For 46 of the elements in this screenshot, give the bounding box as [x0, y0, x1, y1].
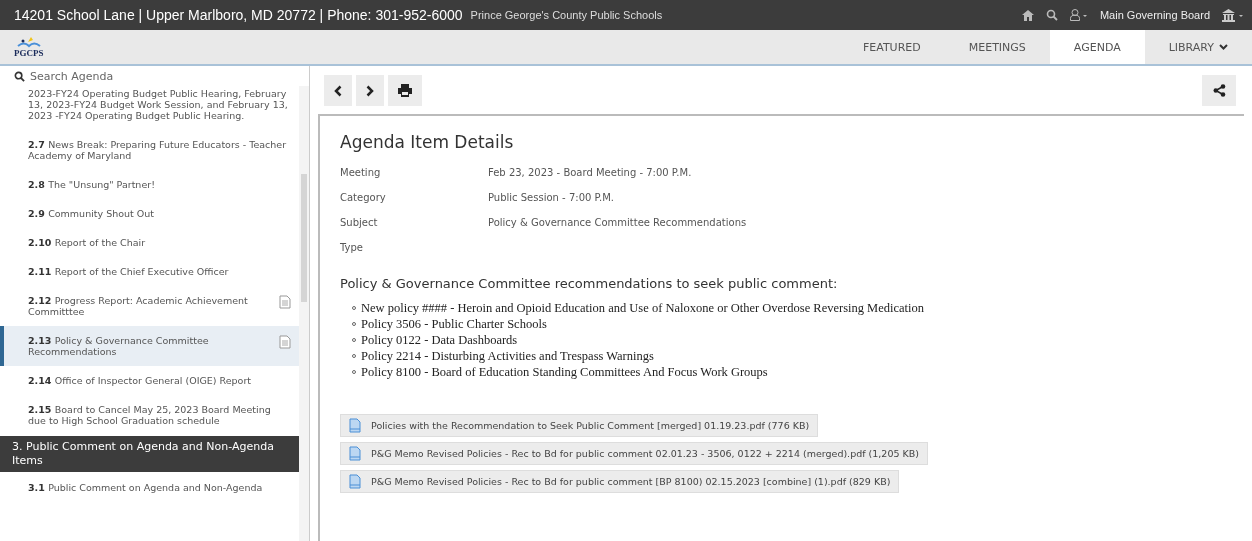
user-icon[interactable] — [1069, 9, 1088, 21]
agenda-item[interactable]: 2.13 Policy & Governance Committee Recommendations — [0, 326, 299, 366]
field-value: Public Session - 7:00 P.M. — [488, 192, 614, 203]
search-icon[interactable] — [1045, 9, 1058, 21]
home-icon[interactable] — [1021, 9, 1034, 21]
field-value: Feb 23, 2023 - Board Meeting - 7:00 P.M. — [488, 167, 692, 178]
address-text: 14201 School Lane | Upper Marlboro, MD 20772 | Phone: 301-952-6000 — [14, 7, 463, 23]
field-label: Meeting — [340, 167, 382, 178]
section-heading: Policy & Governance Committee recommendations to seek public comment: — [340, 276, 839, 291]
policy-text: Policy 3506 - Public Charter Schools — [361, 316, 547, 332]
scrollbar-thumb[interactable] — [301, 174, 307, 302]
nav-tab[interactable]: AGENDA — [1049, 30, 1145, 64]
field-label: Type — [340, 242, 364, 253]
policy-text: New policy #### - Heroin and Opioid Education and Use of Naloxone or Other Overdose Reversing Medication — [361, 300, 925, 316]
policy-text: Policy 2214 - Disturbing Activities and Trespass Warnings — [361, 348, 654, 364]
next-button[interactable] — [356, 75, 384, 106]
previous-button[interactable] — [324, 75, 352, 106]
agenda-section[interactable]: 3. Public Comment on Agenda and Non-Agenda Items — [0, 436, 299, 472]
board-name[interactable]: Main Governing Board — [1099, 9, 1210, 21]
policy-text: Policy 8100 - Board of Education Standing Committees And Focus Work Groups — [361, 364, 768, 380]
share-icon — [1212, 84, 1226, 97]
attachment-link[interactable]: P&G Memo Revised Policies - Rec to Bd for public comment 02.01.23 - 3506, 0122 + 2214 (merged).pdf (1,205 KB) — [340, 442, 928, 465]
attachment-link[interactable]: Policies with the Recommendation to Seek Public Comment [merged] 01.19.23.pdf (776 KB) — [340, 414, 819, 437]
field-label: Subject — [340, 217, 379, 228]
logo[interactable]: PGCPS — [14, 30, 44, 64]
file-icon — [349, 418, 361, 433]
print-button[interactable] — [388, 75, 422, 106]
attachment-link[interactable]: P&G Memo Revised Policies - Rec to Bd for public comment [BP 8100) 02.15.2023 [combine] (1).pdf (829 KB) — [340, 470, 900, 493]
chevron-left-icon — [334, 84, 342, 97]
policy-text: Policy 0122 - Data Dashboards — [361, 332, 518, 348]
field-value: Policy & Governance Committee Recommendations — [488, 217, 747, 228]
organization-name: Prince George's County Public Schools — [470, 9, 663, 21]
nav-tab[interactable]: LIBRARY — [1144, 30, 1252, 64]
logo-text: PGCPS — [14, 48, 44, 58]
printer-icon — [398, 84, 412, 97]
details-title: Agenda Item Details — [340, 132, 515, 152]
field-label: Category — [340, 192, 387, 203]
building-icon[interactable] — [1222, 8, 1244, 22]
search-icon — [14, 70, 25, 82]
file-icon — [349, 474, 361, 489]
nav-tab[interactable]: FEATURED — [838, 30, 945, 64]
share-button[interactable] — [1202, 75, 1236, 106]
chevron-right-icon — [366, 84, 374, 97]
nav-tab[interactable]: MEETINGS — [944, 30, 1050, 64]
logo-drawing — [15, 36, 42, 48]
file-icon — [349, 446, 361, 461]
